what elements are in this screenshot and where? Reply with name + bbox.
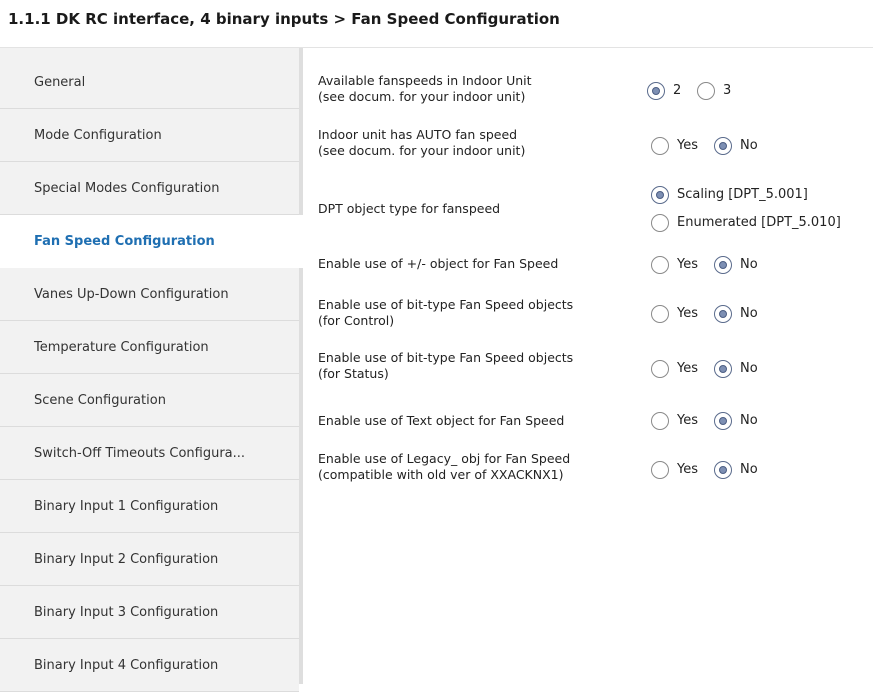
radio-unchecked-icon: [651, 214, 669, 232]
radio-label: Yes: [677, 138, 698, 153]
radio-label: No: [740, 306, 758, 321]
sidebar-item-binary-input-4[interactable]: Binary Input 4 Configuration: [0, 639, 299, 692]
radio-label: No: [740, 462, 758, 477]
radio-label: 3: [723, 83, 732, 98]
radio-unchecked-icon: [651, 305, 669, 323]
radio-checked-icon: [714, 256, 732, 274]
radio-label: Yes: [677, 257, 698, 272]
param-label-line: (for Control): [318, 313, 395, 328]
radio-checked-icon: [651, 186, 669, 204]
sidebar-item-binary-input-1[interactable]: Binary Input 1 Configuration: [0, 480, 299, 533]
radio-label: Scaling [DPT_5.001]: [677, 187, 808, 202]
param-label-line: (compatible with old ver of XXACKNX1): [318, 467, 564, 482]
param-label-line: Enable use of Text object for Fan Speed: [318, 413, 565, 428]
radio-label: Yes: [677, 413, 698, 428]
title-bar: 1.1.1 DK RC interface, 4 binary inputs >…: [0, 0, 873, 48]
radio-checked-icon: [714, 137, 732, 155]
param-label-line: Available fanspeeds in Indoor Unit: [318, 73, 532, 88]
sidebar-item-label: Binary Input 1 Configuration: [34, 499, 219, 514]
sidebar-item-label: Temperature Configuration: [34, 340, 209, 355]
sidebar-item-vanes-up-down-configuration[interactable]: Vanes Up-Down Configuration: [0, 268, 299, 321]
radio-label: Enumerated [DPT_5.010]: [677, 215, 841, 230]
sidebar-item-label: Binary Input 4 Configuration: [34, 658, 219, 673]
radio-label: Yes: [677, 306, 698, 321]
sidebar-item-binary-input-3[interactable]: Binary Input 3 Configuration: [0, 586, 299, 639]
radio-unchecked-icon: [651, 256, 669, 274]
param-label-bit-type-status: Enable use of bit-type Fan Speed objects…: [318, 350, 573, 382]
param-label-line: (for Status): [318, 366, 389, 381]
radio-checked-icon: [714, 412, 732, 430]
sidebar-item-label: Binary Input 3 Configuration: [34, 605, 219, 620]
sidebar-item-general[interactable]: General: [0, 56, 299, 109]
sidebar-item-label: Special Modes Configuration: [34, 181, 220, 196]
radio-label: No: [740, 257, 758, 272]
sidebar-item-switch-off-timeouts[interactable]: Switch-Off Timeouts Configura...: [0, 427, 299, 480]
sidebar-item-label: General: [34, 75, 86, 90]
param-label-legacy-object: Enable use of Legacy_ obj for Fan Speed …: [318, 451, 570, 483]
sidebar-item-fan-speed-configuration[interactable]: Fan Speed Configuration: [0, 215, 303, 268]
radio-label: No: [740, 138, 758, 153]
param-label-available-fanspeeds: Available fanspeeds in Indoor Unit (see …: [318, 73, 532, 105]
radio-checked-icon: [714, 461, 732, 479]
radio-unchecked-icon: [651, 461, 669, 479]
param-label-line: Enable use of Legacy_ obj for Fan Speed: [318, 451, 571, 466]
sidebar-item-label: Scene Configuration: [34, 393, 166, 408]
radio-label: No: [740, 413, 758, 428]
sidebar-item-label: Fan Speed Configuration: [34, 234, 215, 249]
radio-label: Yes: [677, 361, 698, 376]
radio-unchecked-icon: [697, 82, 715, 100]
radio-unchecked-icon: [651, 137, 669, 155]
param-label-dpt-object-type: DPT object type for fanspeed: [318, 201, 500, 217]
param-label-line: (see docum. for your indoor unit): [318, 89, 526, 104]
param-label-line: (see docum. for your indoor unit): [318, 143, 526, 158]
sidebar-item-label: Mode Configuration: [34, 128, 162, 143]
sidebar-item-special-modes-configuration[interactable]: Special Modes Configuration: [0, 162, 299, 215]
page-title: 1.1.1 DK RC interface, 4 binary inputs >…: [8, 10, 560, 28]
param-label-bit-type-control: Enable use of bit-type Fan Speed objects…: [318, 297, 573, 329]
radio-label: No: [740, 361, 758, 376]
param-label-line: DPT object type for fanspeed: [318, 201, 501, 216]
sidebar-item-binary-input-2[interactable]: Binary Input 2 Configuration: [0, 533, 299, 586]
radio-unchecked-icon: [651, 412, 669, 430]
radio-label: Yes: [677, 462, 698, 477]
param-label-plus-minus-object: Enable use of +/- object for Fan Speed: [318, 256, 558, 272]
radio-unchecked-icon: [651, 360, 669, 378]
sidebar-item-scene-configuration[interactable]: Scene Configuration: [0, 374, 299, 427]
radio-label: 2: [673, 83, 682, 98]
param-label-line: Enable use of bit-type Fan Speed objects: [318, 350, 574, 365]
radio-checked-icon: [647, 82, 665, 100]
sidebar-item-label: Vanes Up-Down Configuration: [34, 287, 229, 302]
param-label-line: Enable use of +/- object for Fan Speed: [318, 256, 559, 271]
radio-checked-icon: [714, 360, 732, 378]
sidebar-item-label: Binary Input 2 Configuration: [34, 552, 219, 567]
sidebar-item-label: Switch-Off Timeouts Configura...: [34, 446, 246, 461]
param-label-line: Indoor unit has AUTO fan speed: [318, 127, 518, 142]
sidebar: General Mode Configuration Special Modes…: [0, 48, 303, 692]
sidebar-item-mode-configuration[interactable]: Mode Configuration: [0, 109, 299, 162]
param-label-line: Enable use of bit-type Fan Speed objects: [318, 297, 574, 312]
sidebar-item-temperature-configuration[interactable]: Temperature Configuration: [0, 321, 299, 374]
param-label-text-object: Enable use of Text object for Fan Speed: [318, 413, 564, 429]
param-label-auto-fan-speed: Indoor unit has AUTO fan speed (see docu…: [318, 127, 525, 159]
radio-checked-icon: [714, 305, 732, 323]
